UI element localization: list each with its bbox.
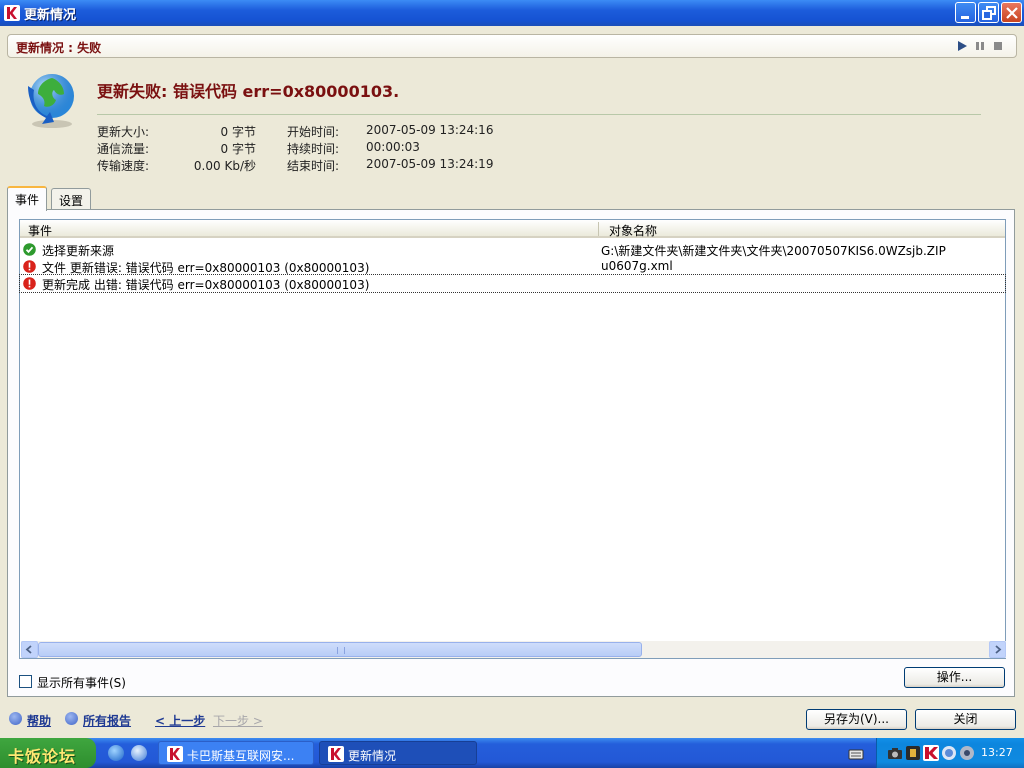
keyboard-icon[interactable] [848,746,864,762]
speed-value: 0.00 Kb/秒 [193,159,256,173]
update-result-headline: 更新失败: 错误代码 err=0x80000103. [97,82,400,101]
taskbar: 卡饭论坛 卡巴斯基互联网安... 更新情况 13:27 [0,738,1024,768]
show-all-events-checkbox[interactable] [19,675,32,688]
error-icon [23,277,36,290]
end-time-value: 2007-05-09 13:24:19 [366,157,494,171]
network-icon[interactable] [941,745,957,761]
minimize-icon [961,16,969,19]
stop-icon[interactable] [992,40,1004,52]
system-tray: 13:27 [876,738,1024,768]
start-button[interactable]: 卡饭论坛 [0,738,96,768]
success-check-icon [23,243,36,256]
end-time-label: 结束时间: [287,159,340,173]
minimize-button[interactable] [955,2,976,23]
table-row[interactable]: 更新完成 出错: 错误代码 err=0x80000103 (0x80000103… [19,274,1006,293]
traffic-label: 通信流量: [97,142,150,156]
task-label: 卡巴斯基互联网安... [187,749,295,763]
restore-icon [982,6,996,20]
kaspersky-logo-icon [167,746,183,762]
update-globe-icon [28,74,74,128]
object-name: G:\新建文件夹\新建文件夹\文件夹\20070507KIS6.0WZsjb.Z… [601,244,946,258]
tab-events[interactable]: 事件 [7,186,48,211]
restore-button[interactable] [978,2,999,23]
chevron-right-icon [995,645,1002,654]
tab-settings[interactable]: 设置 [51,188,92,210]
camera-icon[interactable] [887,745,903,761]
kaspersky-tray-icon[interactable] [923,745,939,761]
close-window-button[interactable] [1001,2,1022,23]
actions-button[interactable]: 操作... [904,667,1005,688]
all-reports-link[interactable]: 所有报告 [83,712,131,729]
next-step-link[interactable]: 下一步 > [213,712,263,729]
security-shield-icon[interactable] [905,745,921,761]
chevron-left-icon [25,645,32,654]
column-header-object[interactable]: 对象名称 [609,222,657,239]
status-banner: 更新情况 : 失败 [7,34,1017,58]
window-titlebar[interactable]: 更新情况 [0,0,1024,26]
column-header-event[interactable]: 事件 [28,222,52,239]
scroll-left-button[interactable] [21,641,38,658]
size-label: 更新大小: [97,125,150,139]
volume-icon[interactable] [959,745,975,761]
scroll-grip [337,647,345,654]
taskbar-item-kaspersky[interactable]: 卡巴斯基互联网安... [158,741,314,765]
speed-label: 传输速度: [97,159,150,173]
close-icon [1006,7,1018,19]
event-text: 文件 更新错误: 错误代码 err=0x80000103 (0x80000103… [42,261,370,275]
help-icon [9,712,22,725]
window-title: 更新情况 [24,8,77,23]
scroll-right-button[interactable] [989,641,1006,658]
horizontal-scrollbar[interactable] [21,641,1006,658]
kaspersky-logo-icon [4,5,20,21]
events-list[interactable]: 事件 对象名称 选择更新来源 G:\新建文件夹\新建文件夹\文件夹\200705… [19,219,1006,659]
taskbar-item-update-status[interactable]: 更新情况 [319,741,477,765]
pause-icon[interactable] [974,40,986,52]
event-text: 更新完成 出错: 错误代码 err=0x80000103 (0x80000103… [42,278,370,292]
kaspersky-logo-icon [328,746,344,762]
clock: 13:27 [981,746,1013,759]
object-name: u0607g.xml [601,259,673,273]
show-all-events-label[interactable]: 显示所有事件(S) [37,674,126,691]
traffic-value: 0 字节 [220,142,256,156]
column-divider[interactable] [598,222,599,236]
start-label: 卡饭论坛 [8,747,77,766]
prev-step-link[interactable]: < 上一步 [155,712,205,729]
internet-explorer-icon[interactable] [108,745,124,761]
divider [97,114,981,115]
scroll-thumb[interactable] [38,642,642,657]
events-tab-panel: 事件 对象名称 选择更新来源 G:\新建文件夹\新建文件夹\文件夹\200705… [7,209,1015,697]
error-icon [23,260,36,273]
reports-icon [65,712,78,725]
desktop-icon[interactable] [131,745,147,761]
list-header: 事件 对象名称 [20,220,1005,238]
task-label: 更新情况 [348,749,397,763]
help-link[interactable]: 帮助 [27,712,51,729]
close-button[interactable]: 关闭 [915,709,1016,730]
save-as-button[interactable]: 另存为(V)... [806,709,907,730]
duration-label: 持续时间: [287,142,340,156]
event-text: 选择更新来源 [42,244,115,258]
play-icon[interactable] [956,40,968,52]
status-label: 更新情况 : 失败 [16,41,102,55]
table-row[interactable]: 文件 更新错误: 错误代码 err=0x80000103 (0x80000103… [20,258,1005,275]
window-client: 更新情况 : 失败 更新失败: 错误代码 err=0x80000103. 更新大… [0,26,1024,738]
start-time-label: 开始时间: [287,125,340,139]
duration-value: 00:00:03 [366,140,420,154]
start-time-value: 2007-05-09 13:24:16 [366,123,494,137]
table-row[interactable]: 选择更新来源 G:\新建文件夹\新建文件夹\文件夹\20070507KIS6.0… [20,241,1005,258]
size-value: 0 字节 [220,125,256,139]
